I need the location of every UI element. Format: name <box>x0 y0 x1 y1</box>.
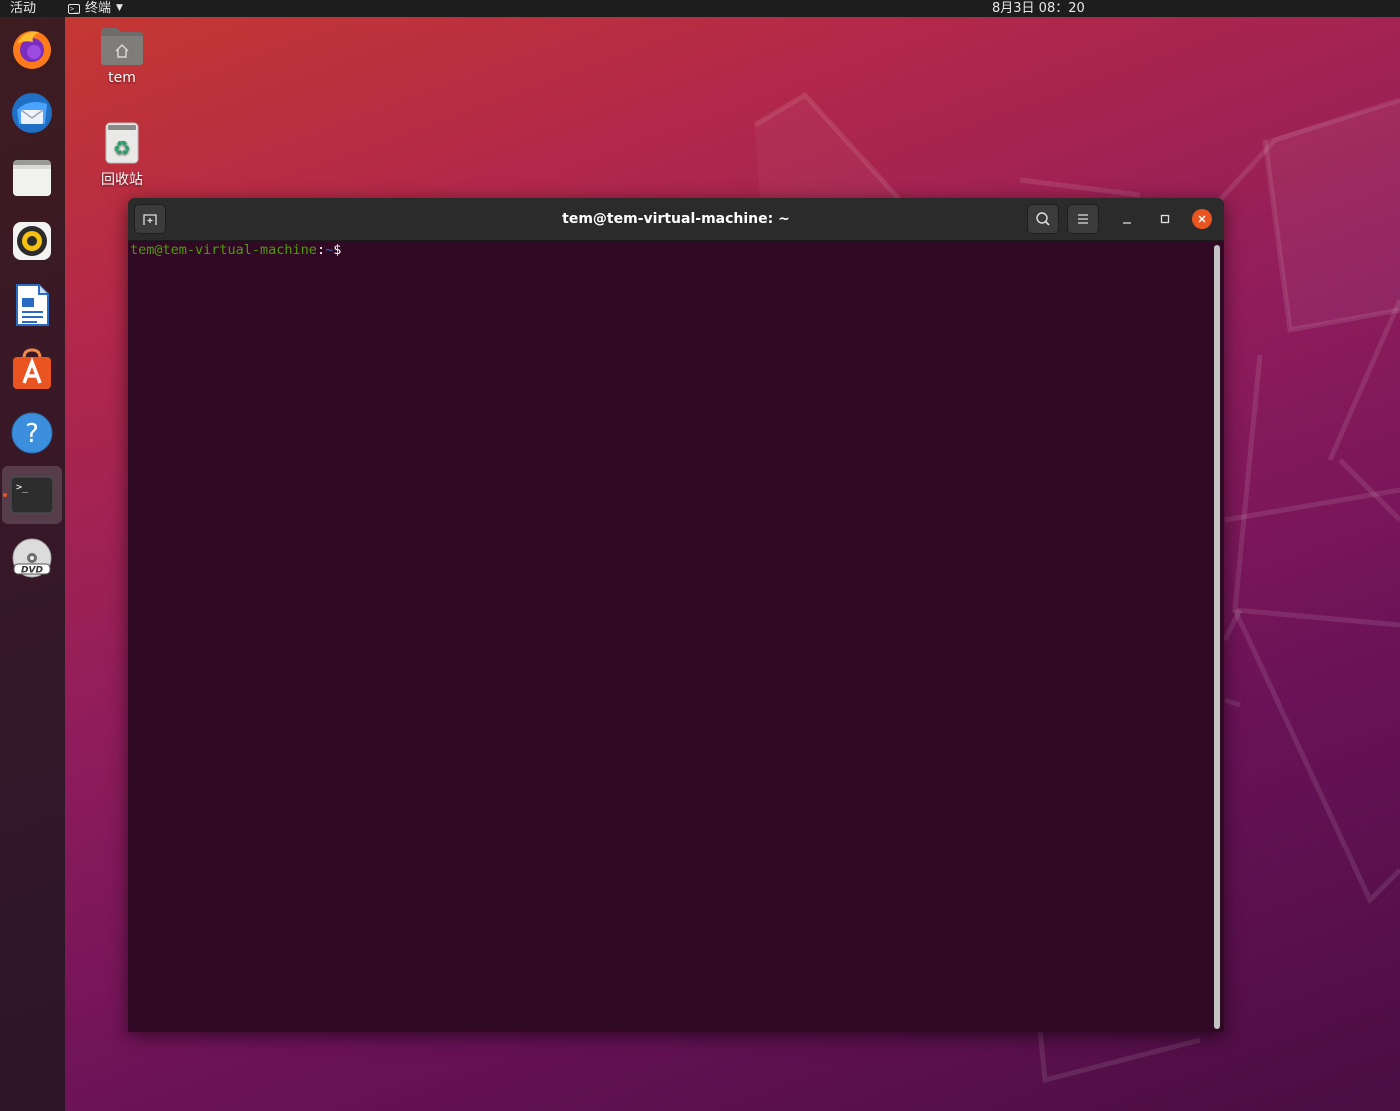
window-title: tem@tem-virtual-machine: ~ <box>562 211 790 227</box>
svg-text:♻: ♻ <box>113 136 131 160</box>
prompt-path: ~ <box>325 242 334 258</box>
dock-item-firefox[interactable] <box>2 20 62 78</box>
minimize-icon <box>1123 222 1131 224</box>
new-tab-button[interactable] <box>134 204 166 234</box>
search-icon <box>1036 212 1050 226</box>
app-menu-label: 终端 <box>85 1 112 16</box>
close-button[interactable] <box>1192 209 1212 229</box>
close-icon <box>1198 215 1206 223</box>
terminal-titlebar[interactable]: tem@tem-virtual-machine: ~ <box>128 198 1224 241</box>
dock-item-rhythmbox[interactable] <box>2 212 62 270</box>
svg-text:DVD: DVD <box>21 566 43 576</box>
writer-document-icon <box>16 284 49 326</box>
software-store-icon <box>13 348 51 389</box>
search-button[interactable] <box>1027 204 1059 234</box>
activities-button[interactable]: 活动 <box>10 0 36 17</box>
dock-item-dvd[interactable]: DVD <box>2 530 62 588</box>
minimize-button[interactable] <box>1117 209 1137 229</box>
prompt-colon: : <box>316 242 326 258</box>
chevron-down-icon: ▼ <box>116 3 123 13</box>
terminal-mini-icon: >_ <box>68 3 80 14</box>
prompt-dollar: $ <box>333 242 342 258</box>
desktop-icon-trash[interactable]: ♻ 回收站 <box>87 121 157 189</box>
rhythmbox-speaker-icon <box>13 222 51 260</box>
desktop-icon-label: tem <box>108 70 136 86</box>
clock[interactable]: 8月3日 08：20 <box>992 0 1085 17</box>
dvd-disc-icon: DVD <box>12 538 52 578</box>
top-bar: 活动 >_ 终端 ▼ 8月3日 08：20 <box>0 0 1400 17</box>
terminal-output[interactable]: tem@tem-virtual-machine:~$ <box>128 241 1224 1032</box>
dock-item-help[interactable]: ? <box>2 404 62 462</box>
dock: ? >_ DVD <box>0 17 65 1111</box>
menu-button[interactable] <box>1067 204 1099 234</box>
terminal-icon: >_ <box>10 476 54 514</box>
maximize-icon <box>1160 214 1170 224</box>
dock-item-libreoffice-writer[interactable] <box>2 276 62 334</box>
desktop-icon-home[interactable]: tem <box>87 26 157 86</box>
svg-text:?: ? <box>25 419 39 449</box>
desktop-icon-label: 回收站 <box>101 172 143 188</box>
prompt-user-host: tem@tem-virtual-machine <box>130 242 317 258</box>
dock-item-ubuntu-software[interactable] <box>2 340 62 398</box>
dock-item-files[interactable] <box>2 148 62 206</box>
thunderbird-mail-icon <box>12 93 52 133</box>
home-folder-icon <box>101 28 143 65</box>
firefox-icon <box>13 31 51 69</box>
files-folder-icon <box>13 160 51 196</box>
help-icon: ? <box>11 412 53 454</box>
maximize-button[interactable] <box>1155 209 1175 229</box>
scrollbar[interactable] <box>1214 245 1220 1029</box>
prompt-line: tem@tem-virtual-machine:~$ <box>130 242 341 258</box>
new-tab-icon <box>143 214 157 225</box>
hamburger-menu-icon <box>1078 214 1088 224</box>
trash-icon: ♻ <box>105 122 139 164</box>
dock-item-terminal[interactable]: >_ <box>2 466 62 524</box>
app-menu[interactable]: >_ 终端 ▼ <box>68 0 123 17</box>
dock-item-thunderbird[interactable] <box>2 84 62 142</box>
svg-text:>_: >_ <box>16 482 29 493</box>
terminal-window[interactable]: tem@tem-virtual-machine: ~ tem@tem-virtu… <box>128 198 1224 1032</box>
running-indicator <box>3 493 7 497</box>
